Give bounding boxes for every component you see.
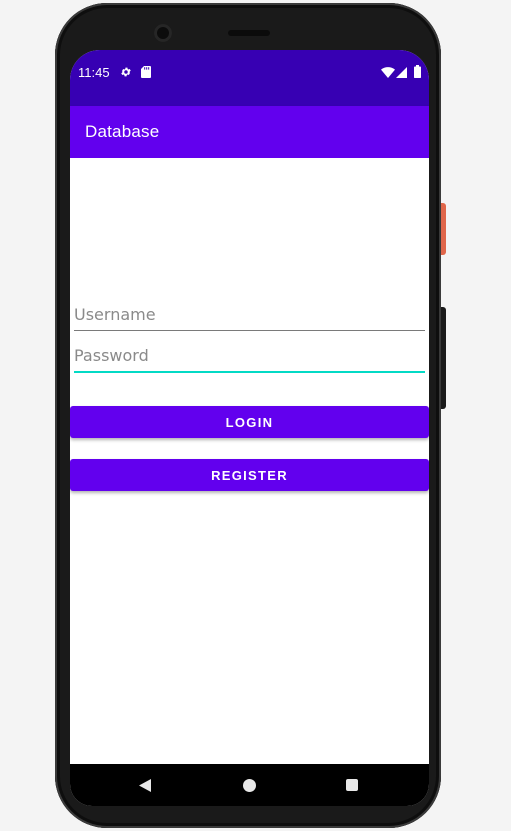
register-button[interactable]: REGISTER	[70, 459, 429, 491]
username-input[interactable]	[74, 298, 425, 331]
password-input[interactable]	[74, 339, 425, 373]
back-icon[interactable]	[139, 779, 151, 792]
login-form: LOGIN REGISTER	[70, 158, 429, 764]
navigation-bar	[70, 764, 429, 806]
volume-button[interactable]	[441, 307, 446, 409]
status-time: 11:45	[78, 65, 110, 80]
app-title: Database	[85, 122, 160, 141]
emulator-stage: 11:45 Database Username LOGIN REGISTER	[0, 0, 511, 831]
power-button[interactable]	[441, 203, 446, 255]
signal-icon	[396, 67, 407, 78]
recents-icon[interactable]	[346, 779, 358, 791]
device-screen: 11:45 Database Username LOGIN REGISTER	[70, 50, 429, 806]
earpiece-speaker	[228, 30, 270, 36]
wifi-icon	[381, 67, 395, 78]
login-button[interactable]: LOGIN	[70, 406, 429, 438]
battery-icon	[414, 65, 421, 78]
sd-card-icon	[141, 66, 151, 78]
front-camera	[154, 24, 172, 42]
home-icon[interactable]	[243, 779, 256, 792]
gear-icon	[121, 67, 131, 77]
app-bar: Database	[70, 106, 429, 158]
status-bar: 11:45	[70, 50, 429, 106]
